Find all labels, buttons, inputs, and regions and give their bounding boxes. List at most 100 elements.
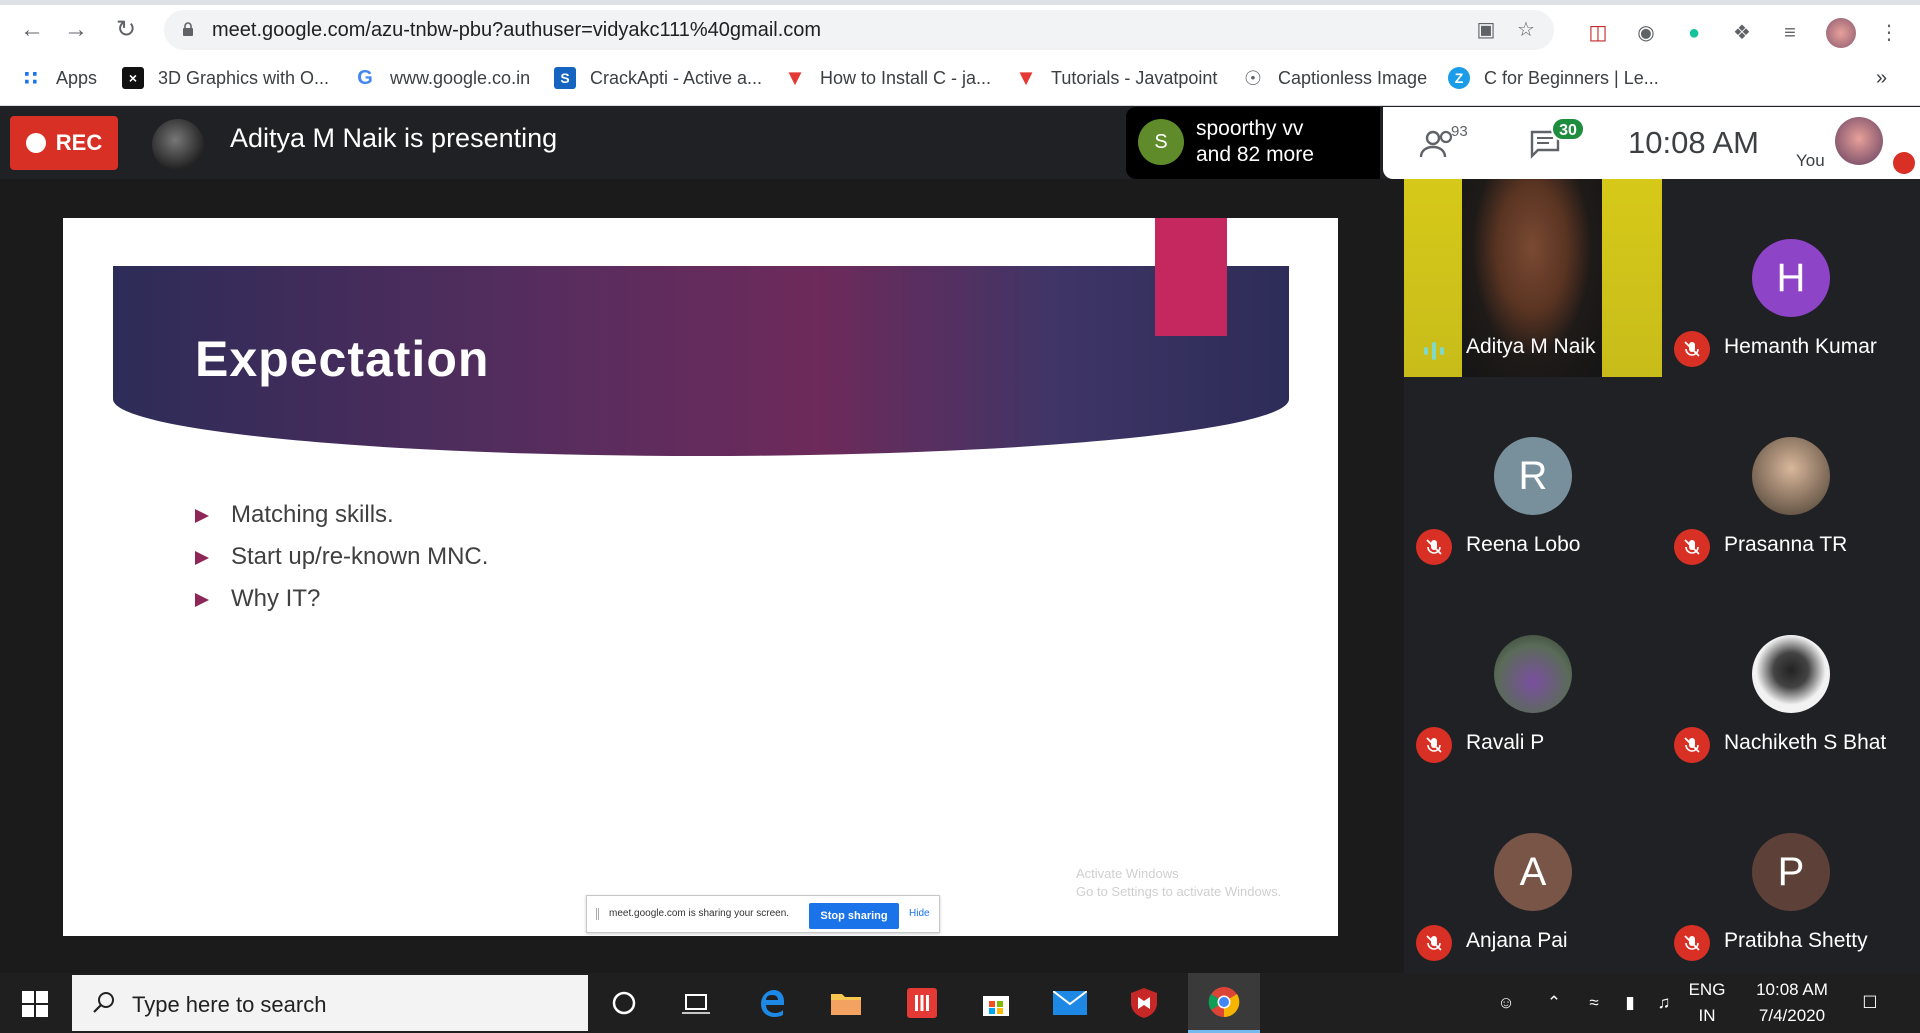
- notification-center-icon[interactable]: ☐: [1850, 973, 1890, 1033]
- language-code: ENG: [1688, 980, 1726, 999]
- grammarly-extension-icon[interactable]: ●: [1681, 20, 1707, 46]
- participant-tile[interactable]: Nachiketh S Bhat: [1662, 575, 1920, 773]
- screen-share-notification: meet.google.com is sharing your screen. …: [586, 895, 940, 933]
- mic-off-icon: [1674, 331, 1710, 367]
- mcafee-shield-icon[interactable]: [1108, 973, 1180, 1033]
- address-bar[interactable]: meet.google.com/azu-tnbw-pbu?authuser=vi…: [164, 10, 1554, 50]
- profile-avatar-icon[interactable]: [1826, 18, 1856, 48]
- camera-blocked-icon[interactable]: ▣: [1474, 18, 1498, 42]
- bookmark-label: CrackApti - Active a...: [590, 67, 763, 88]
- self-avatar[interactable]: [1835, 117, 1883, 165]
- javatpoint-icon: ▼: [784, 65, 806, 90]
- meeting-clock: 10:08 AM: [1628, 125, 1759, 160]
- participant-tile[interactable]: Aditya M Naik: [1404, 179, 1662, 377]
- participant-initial-avatar: S: [1138, 119, 1184, 165]
- javatpoint-icon: ▼: [1015, 65, 1037, 90]
- google-icon: G: [357, 66, 373, 89]
- presenter-avatar: [152, 119, 204, 171]
- participant-tile[interactable]: R Reena Lobo: [1404, 377, 1662, 575]
- bookmark-javatpoint[interactable]: ▼ Tutorials - Javatpoint: [1015, 60, 1217, 96]
- extensions-puzzle-icon[interactable]: ❖: [1729, 20, 1755, 46]
- cortana-icon[interactable]: [588, 973, 660, 1033]
- rec-label: REC: [55, 130, 103, 155]
- chrome-taskbar-icon[interactable]: [1188, 973, 1260, 1033]
- participant-photo-avatar: [1494, 635, 1572, 713]
- stop-sharing-button[interactable]: Stop sharing: [809, 903, 899, 929]
- bookmark-apps[interactable]: ∷ Apps: [20, 60, 97, 96]
- participant-initial-avatar: H: [1752, 239, 1830, 317]
- participant-name: Anjana Pai: [1466, 929, 1568, 952]
- participant-name: Hemanth Kumar: [1724, 335, 1877, 358]
- terminal-icon: ×: [122, 67, 144, 89]
- bookmark-c-beginners[interactable]: Z C for Beginners | Le...: [1448, 60, 1659, 96]
- forward-icon[interactable]: →: [60, 14, 92, 46]
- participant-name: Prasanna TR: [1724, 533, 1848, 556]
- participant-name: Pratibha Shetty: [1724, 929, 1868, 952]
- other-participants-chip[interactable]: S spoorthy vv and 82 more: [1126, 107, 1380, 179]
- battery-icon[interactable]: ▮: [1612, 973, 1648, 1033]
- presenting-title: Aditya M Naik is presenting: [230, 123, 558, 153]
- windows-taskbar: Type here to search ☺ ⌃ ≈ ▮ ♫ ENG IN 10:…: [0, 973, 1920, 1033]
- task-view-icon[interactable]: [660, 973, 732, 1033]
- record-dot-icon: [25, 133, 46, 153]
- participant-tile[interactable]: Prasanna TR: [1662, 377, 1920, 575]
- show-hidden-icons-icon[interactable]: ⌃: [1536, 973, 1572, 1033]
- slide-bullet-list: Matching skills. Start up/re-known MNC. …: [195, 494, 488, 620]
- wifi-icon[interactable]: ≈: [1576, 973, 1612, 1033]
- bookmark-install-c[interactable]: ▼ How to Install C - ja...: [784, 60, 991, 96]
- app-red-icon[interactable]: [886, 973, 958, 1033]
- system-clock[interactable]: 10:08 AM 7/4/2020: [1742, 973, 1842, 1033]
- participant-tile[interactable]: H Hemanth Kumar: [1662, 179, 1920, 377]
- screenshot-extension-icon[interactable]: ◉: [1633, 20, 1659, 46]
- speaking-indicator-icon: [1424, 342, 1444, 360]
- menu-kebab-icon[interactable]: ⋮: [1876, 20, 1902, 46]
- bookmark-google[interactable]: G www.google.co.in: [354, 60, 530, 96]
- activate-windows-watermark: Activate Windows Go to Settings to activ…: [1076, 865, 1281, 901]
- region-code: IN: [1698, 1006, 1716, 1025]
- windows-start-icon[interactable]: [22, 991, 48, 1017]
- participant-tile[interactable]: P Pratibha Shetty: [1662, 773, 1920, 971]
- mic-off-icon: [1674, 727, 1710, 763]
- file-explorer-icon[interactable]: [810, 973, 882, 1033]
- screen: ← → ↻ meet.google.com/azu-tnbw-pbu?authu…: [0, 0, 1920, 1033]
- participant-initial-avatar: A: [1494, 833, 1572, 911]
- mic-off-icon: [1674, 529, 1710, 565]
- bookmark-3d-graphics[interactable]: × 3D Graphics with O...: [122, 60, 329, 96]
- people-tray-icon[interactable]: ☺: [1486, 973, 1526, 1033]
- hide-button[interactable]: Hide: [909, 908, 930, 919]
- browser-toolbar: ← → ↻ meet.google.com/azu-tnbw-pbu?authu…: [0, 8, 1920, 52]
- participant-name: Nachiketh S Bhat: [1724, 731, 1887, 754]
- participant-name: Aditya M Naik: [1466, 335, 1596, 358]
- shield-extension-icon[interactable]: ◫: [1585, 20, 1611, 46]
- edge-browser-icon[interactable]: [736, 973, 808, 1033]
- input-language-indicator[interactable]: ENG IN: [1682, 973, 1732, 1033]
- bookmark-label: Captionless Image: [1278, 67, 1428, 88]
- shared-slide: Expectation Matching skills. Start up/re…: [63, 218, 1338, 936]
- participant-name: Reena Lobo: [1466, 533, 1581, 556]
- recording-indicator[interactable]: REC: [10, 116, 118, 170]
- microsoft-store-icon[interactable]: [960, 973, 1032, 1033]
- mail-icon[interactable]: [1034, 973, 1106, 1033]
- drag-handle-icon[interactable]: [596, 908, 599, 920]
- slide-bullet: Matching skills.: [195, 494, 488, 536]
- watermark-line: Activate Windows: [1076, 866, 1179, 881]
- you-label: You: [1796, 151, 1825, 170]
- bookmark-crackapti[interactable]: S CrackApti - Active a...: [554, 60, 762, 96]
- participant-tile[interactable]: A Anjana Pai: [1404, 773, 1662, 971]
- search-icon: [93, 992, 114, 1013]
- participant-tile[interactable]: Ravali P: [1404, 575, 1662, 773]
- back-icon[interactable]: ←: [16, 14, 48, 46]
- media-queue-icon[interactable]: ≡: [1777, 20, 1803, 46]
- bookmark-captionless[interactable]: ☉ Captionless Image: [1242, 60, 1427, 96]
- mic-off-icon: [1416, 529, 1452, 565]
- volume-icon[interactable]: ♫: [1646, 973, 1682, 1033]
- bookmarks-bar: ∷ Apps × 3D Graphics with O... G www.goo…: [0, 60, 1920, 96]
- browser-chrome: ← → ↻ meet.google.com/azu-tnbw-pbu?authu…: [0, 0, 1920, 106]
- bookmark-label: C for Beginners | Le...: [1484, 67, 1659, 88]
- apps-grid-icon: ∷: [24, 67, 38, 90]
- bookmark-star-icon[interactable]: ☆: [1514, 18, 1538, 42]
- bookmarks-overflow-button[interactable]: »: [1876, 60, 1887, 96]
- taskbar-search-box[interactable]: Type here to search: [72, 975, 588, 1031]
- clock-date: 7/4/2020: [1758, 1006, 1826, 1025]
- reload-icon[interactable]: ↻: [110, 14, 142, 46]
